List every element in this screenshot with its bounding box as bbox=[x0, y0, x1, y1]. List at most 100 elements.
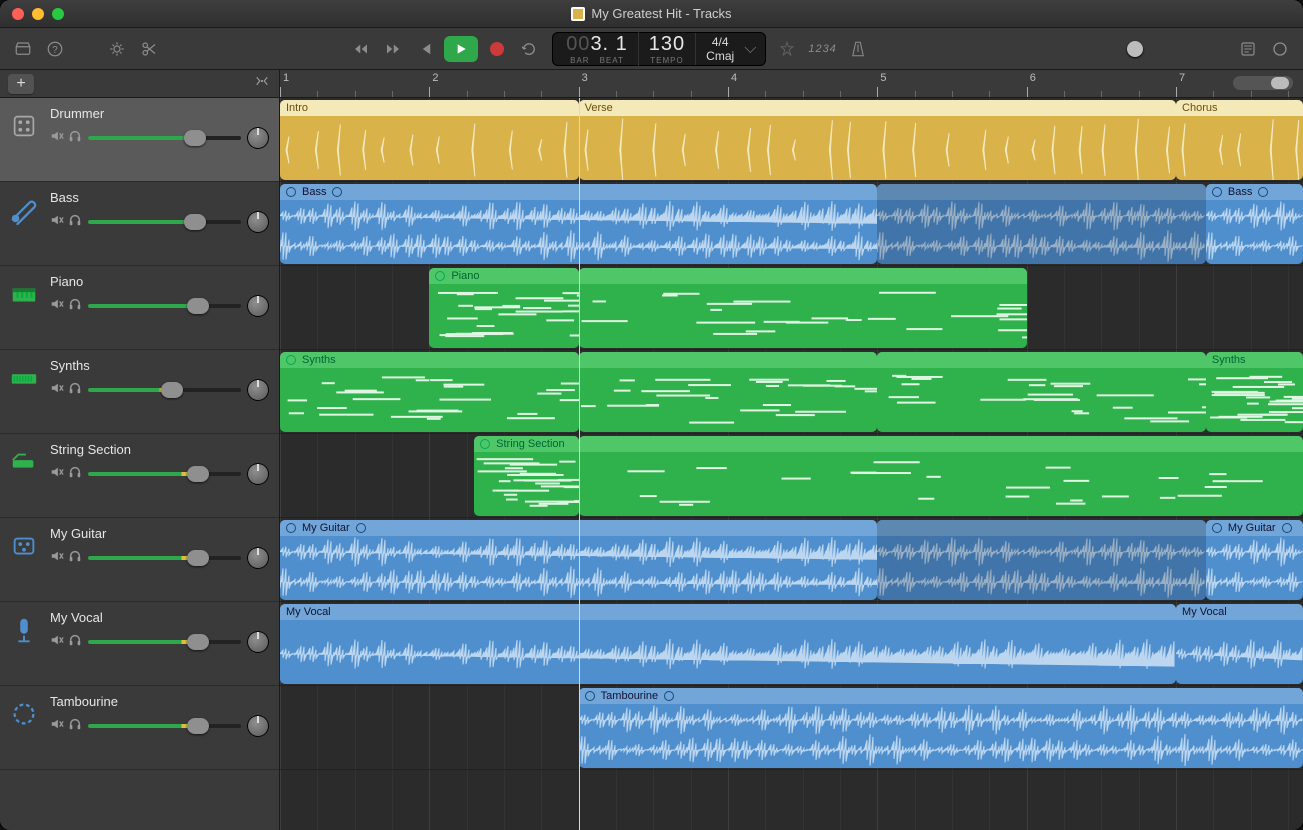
ruler-bar-number: 5 bbox=[880, 72, 886, 84]
region[interactable]: Verse bbox=[579, 100, 1176, 180]
pan-knob[interactable] bbox=[247, 211, 269, 233]
region[interactable]: Synths bbox=[1206, 352, 1303, 432]
track-header[interactable]: String Section bbox=[0, 434, 279, 518]
solo-headphones-button[interactable] bbox=[68, 297, 82, 316]
track-header[interactable]: Bass bbox=[0, 182, 279, 266]
track-header[interactable]: Piano bbox=[0, 266, 279, 350]
track-name[interactable]: Bass bbox=[50, 190, 269, 205]
region[interactable] bbox=[877, 352, 1206, 432]
lcd-bar-label: BAR bbox=[570, 56, 589, 65]
volume-slider[interactable] bbox=[88, 720, 241, 732]
track-header[interactable]: My Vocal bbox=[0, 602, 279, 686]
volume-slider[interactable] bbox=[88, 384, 241, 396]
notepad-icon[interactable] bbox=[1237, 38, 1259, 60]
lcd-chevron-icon[interactable]: ⌵ bbox=[744, 40, 762, 58]
volume-slider[interactable] bbox=[88, 132, 241, 144]
mute-button[interactable] bbox=[50, 549, 64, 568]
tuner-icon[interactable] bbox=[776, 38, 798, 60]
track-header[interactable]: Synths bbox=[0, 350, 279, 434]
region[interactable]: Piano bbox=[429, 268, 578, 348]
pan-knob[interactable] bbox=[247, 127, 269, 149]
mute-button[interactable] bbox=[50, 381, 64, 400]
go-to-start-button[interactable] bbox=[412, 36, 438, 62]
lcd-timesig[interactable]: 4/4 bbox=[712, 35, 729, 49]
record-button[interactable] bbox=[484, 36, 510, 62]
region[interactable] bbox=[877, 184, 1206, 264]
solo-headphones-button[interactable] bbox=[68, 465, 82, 484]
region[interactable] bbox=[877, 520, 1206, 600]
region[interactable]: My Guitar bbox=[1206, 520, 1303, 600]
zoom-button[interactable] bbox=[52, 8, 64, 20]
solo-headphones-button[interactable] bbox=[68, 129, 82, 148]
forward-button[interactable] bbox=[380, 36, 406, 62]
help-icon[interactable]: ? bbox=[44, 38, 66, 60]
region[interactable] bbox=[579, 268, 1027, 348]
volume-slider[interactable] bbox=[88, 216, 241, 228]
solo-headphones-button[interactable] bbox=[68, 381, 82, 400]
region[interactable]: Bass bbox=[1206, 184, 1303, 264]
region[interactable] bbox=[579, 352, 878, 432]
library-icon[interactable] bbox=[12, 38, 34, 60]
pan-knob[interactable] bbox=[247, 631, 269, 653]
region[interactable]: My Vocal bbox=[1176, 604, 1303, 684]
track-name[interactable]: Drummer bbox=[50, 106, 269, 121]
pan-knob[interactable] bbox=[247, 295, 269, 317]
region[interactable]: My Vocal bbox=[280, 604, 1176, 684]
play-button[interactable] bbox=[444, 36, 478, 62]
volume-slider[interactable] bbox=[88, 552, 241, 564]
track-name[interactable]: My Vocal bbox=[50, 610, 269, 625]
transport bbox=[348, 36, 542, 62]
lcd-key[interactable]: Cmaj bbox=[706, 49, 734, 63]
cycle-button[interactable] bbox=[516, 36, 542, 62]
add-track-button[interactable]: + bbox=[8, 74, 34, 94]
tracks-area[interactable]: IntroVerseChorusBassBassPianoSynthsSynth… bbox=[280, 98, 1303, 830]
scissors-icon[interactable] bbox=[138, 38, 160, 60]
solo-headphones-button[interactable] bbox=[68, 213, 82, 232]
track-header[interactable]: Drummer bbox=[0, 98, 279, 182]
metronome-icon[interactable] bbox=[847, 38, 869, 60]
lcd-display[interactable]: 003. 1 BARBEAT 130 TEMPO 4/4 Cmaj ⌵ bbox=[552, 32, 766, 66]
minimize-button[interactable] bbox=[32, 8, 44, 20]
rewind-button[interactable] bbox=[348, 36, 374, 62]
track-name[interactable]: My Guitar bbox=[50, 526, 269, 541]
region[interactable]: Chorus bbox=[1176, 100, 1303, 180]
close-button[interactable] bbox=[12, 8, 24, 20]
track-header[interactable]: Tambourine bbox=[0, 686, 279, 770]
volume-slider[interactable] bbox=[88, 300, 241, 312]
region[interactable]: Tambourine bbox=[579, 688, 1303, 768]
loop-icon bbox=[286, 187, 296, 197]
master-volume-slider[interactable] bbox=[1057, 43, 1177, 55]
mute-button[interactable] bbox=[50, 465, 64, 484]
track-name[interactable]: Piano bbox=[50, 274, 269, 289]
ruler[interactable]: 1234567 bbox=[280, 70, 1303, 98]
track-header[interactable]: My Guitar bbox=[0, 518, 279, 602]
mute-button[interactable] bbox=[50, 213, 64, 232]
mute-button[interactable] bbox=[50, 717, 64, 736]
solo-headphones-button[interactable] bbox=[68, 717, 82, 736]
region[interactable]: String Section bbox=[474, 436, 579, 516]
mute-button[interactable] bbox=[50, 633, 64, 652]
track-name[interactable]: Synths bbox=[50, 358, 269, 373]
pan-knob[interactable] bbox=[247, 379, 269, 401]
solo-headphones-button[interactable] bbox=[68, 633, 82, 652]
lcd-tempo[interactable]: 130 bbox=[649, 33, 685, 56]
pan-knob[interactable] bbox=[247, 463, 269, 485]
mute-button[interactable] bbox=[50, 297, 64, 316]
mute-button[interactable] bbox=[50, 129, 64, 148]
count-in-label[interactable]: 1234 bbox=[808, 43, 836, 55]
solo-headphones-button[interactable] bbox=[68, 549, 82, 568]
track-name[interactable]: Tambourine bbox=[50, 694, 269, 709]
volume-slider[interactable] bbox=[88, 636, 241, 648]
playhead[interactable] bbox=[579, 98, 580, 830]
region[interactable] bbox=[579, 436, 1303, 516]
settings-icon[interactable] bbox=[106, 38, 128, 60]
show-arrangement-button[interactable] bbox=[253, 72, 271, 95]
pan-knob[interactable] bbox=[247, 715, 269, 737]
loops-icon[interactable] bbox=[1269, 38, 1291, 60]
volume-slider[interactable] bbox=[88, 468, 241, 480]
track-name[interactable]: String Section bbox=[50, 442, 269, 457]
region[interactable]: Intro bbox=[280, 100, 579, 180]
document-icon bbox=[571, 7, 585, 21]
region[interactable]: Synths bbox=[280, 352, 579, 432]
pan-knob[interactable] bbox=[247, 547, 269, 569]
